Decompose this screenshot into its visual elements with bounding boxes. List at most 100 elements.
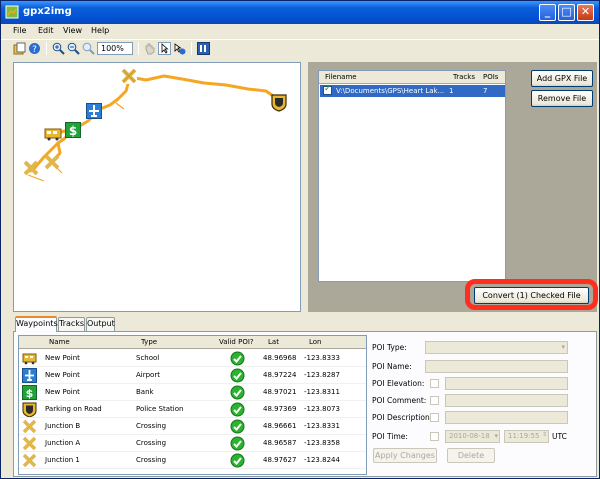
dollar-icon: $	[22, 385, 37, 400]
poi-elevation-label: POI Elevation:	[372, 379, 425, 388]
waypoint-name: New Point	[45, 371, 80, 379]
waypoint-name: New Point	[45, 388, 80, 396]
minimize-button[interactable]: _	[539, 4, 556, 21]
details-tabs: Name Type Valid POI? Lat Lon New Point Sc…	[13, 316, 599, 477]
maximize-button[interactable]: □	[558, 4, 575, 21]
poi-description-checkbox[interactable]	[430, 413, 439, 422]
poi-time-value: 11:19:55	[508, 432, 540, 440]
bus-marker-icon[interactable]	[44, 127, 62, 141]
waypoints-header: Name Type Valid POI? Lat Lon	[19, 336, 366, 349]
column-pois[interactable]: POIs	[483, 73, 498, 81]
poi-comment-checkbox[interactable]	[430, 396, 439, 405]
file-pois: 7	[483, 87, 488, 95]
zoom-reset-icon[interactable]	[82, 42, 95, 55]
remove-file-button[interactable]: Remove File	[531, 90, 593, 107]
waypoint-lat: 48.97224	[263, 371, 297, 379]
help-icon[interactable]: ?	[28, 42, 41, 55]
settings-icon[interactable]	[197, 42, 210, 55]
svg-text:$: $	[69, 124, 77, 138]
close-button[interactable]: ✕	[577, 4, 594, 21]
waypoint-lat: 48.97369	[263, 405, 297, 413]
poi-comment-field[interactable]	[445, 394, 568, 407]
poi-elevation-checkbox[interactable]	[430, 379, 439, 388]
poi-type-select[interactable]: ▾	[425, 341, 568, 354]
pointer-info-icon[interactable]	[173, 42, 186, 55]
toolbar: ? 100%	[1, 39, 599, 57]
menu-view[interactable]: View	[63, 26, 82, 35]
tab-output[interactable]: Output	[86, 317, 115, 331]
valid-check-icon	[230, 453, 245, 468]
airport-marker-icon[interactable]	[86, 103, 102, 119]
column-name[interactable]: Name	[49, 338, 70, 346]
poi-date-field[interactable]: 2010-08-18 ▾	[445, 430, 500, 443]
tab-waypoints[interactable]: Waypoints	[15, 316, 58, 332]
poi-description-field[interactable]	[445, 411, 568, 424]
waypoint-type: Bank	[136, 388, 154, 396]
poi-comment-label: POI Comment:	[372, 396, 427, 405]
column-lat[interactable]: Lat	[268, 338, 279, 346]
waypoint-row[interactable]: Junction A Crossing 48.96587 -123.8358	[19, 435, 366, 452]
waypoint-name: Parking on Road	[45, 405, 102, 413]
convert-highlight	[465, 279, 598, 310]
track-spur	[115, 102, 125, 110]
dollar-marker-icon[interactable]: $	[65, 122, 81, 138]
apply-changes-button[interactable]: Apply Changes	[373, 448, 437, 463]
waypoint-name: Junction A	[45, 439, 81, 447]
waypoint-row[interactable]: New Point Airport 48.97224 -123.8287	[19, 367, 366, 384]
tab-tracks[interactable]: Tracks	[58, 317, 85, 331]
column-type[interactable]: Type	[141, 338, 157, 346]
chevron-down-icon: ▾	[494, 432, 498, 440]
gpx-file-list[interactable]: Filename Tracks POIs V:\Documents\GPS\He…	[318, 70, 506, 282]
poi-name-label: POI Name:	[372, 362, 412, 371]
zoom-out-icon[interactable]	[67, 42, 80, 55]
waypoints-tab-panel: Name Type Valid POI? Lat Lon New Point Sc…	[13, 331, 597, 477]
waypoint-name: Junction 1	[45, 456, 80, 464]
waypoint-lon: -123.8073	[304, 405, 340, 413]
poi-time-field[interactable]: 11:19:55 ⇕	[504, 430, 549, 443]
zoom-level-field[interactable]: 100%	[97, 42, 133, 55]
waypoints-table[interactable]: Name Type Valid POI? Lat Lon New Point Sc…	[18, 335, 367, 475]
file-checkbox[interactable]	[323, 84, 332, 95]
valid-check-icon	[230, 436, 245, 451]
file-row[interactable]: V:\Documents\GPS\Heart Lak... 1 7	[320, 84, 505, 97]
police-badge-marker-icon[interactable]	[271, 94, 287, 112]
open-icon[interactable]	[13, 42, 26, 55]
waypoint-row[interactable]: Junction B Crossing 48.96661 -123.8331	[19, 418, 366, 435]
poi-elevation-field[interactable]	[445, 377, 568, 390]
waypoint-row[interactable]: $ New Point Bank 48.97021 -123.8311	[19, 384, 366, 401]
track-map[interactable]	[14, 63, 300, 311]
column-valid[interactable]: Valid POI?	[219, 338, 254, 346]
valid-check-icon	[230, 351, 245, 366]
waypoint-name: New Point	[45, 354, 80, 362]
poi-time-checkbox[interactable]	[430, 432, 439, 441]
menu-help[interactable]: Help	[91, 26, 109, 35]
select-arrow-icon[interactable]	[158, 42, 171, 55]
file-name: V:\Documents\GPS\Heart Lak...	[336, 87, 445, 95]
app-window: gpx2img _ □ ✕ File Edit View Help ? 100%…	[0, 0, 600, 479]
map-view[interactable]: $	[13, 62, 301, 312]
column-filename[interactable]: Filename	[325, 73, 357, 81]
waypoint-row[interactable]: New Point School 48.96968 -123.8333	[19, 350, 366, 367]
pan-hand-icon[interactable]	[143, 42, 156, 55]
waypoint-lon: -123.8244	[304, 456, 340, 464]
delete-button[interactable]: Delete	[447, 448, 495, 463]
utc-label: UTC	[552, 432, 567, 441]
crossing-marker-icon[interactable]	[23, 160, 39, 176]
toolbar-separator	[138, 42, 139, 55]
add-gpx-file-button[interactable]: Add GPX File	[531, 70, 593, 87]
menu-file[interactable]: File	[13, 26, 26, 35]
toolbar-separator	[46, 42, 47, 55]
crossing-marker-icon[interactable]	[44, 154, 60, 170]
poi-name-field[interactable]	[425, 360, 568, 373]
column-lon[interactable]: Lon	[309, 338, 322, 346]
column-tracks[interactable]: Tracks	[453, 73, 475, 81]
title-bar[interactable]: gpx2img _ □ ✕	[1, 1, 599, 24]
waypoint-row[interactable]: Junction 1 Crossing 48.97627 -123.8244	[19, 452, 366, 469]
crossing-icon	[22, 419, 37, 434]
zoom-in-icon[interactable]	[52, 42, 65, 55]
waypoint-lon: -123.8333	[304, 354, 340, 362]
menu-edit[interactable]: Edit	[38, 26, 54, 35]
crossing-marker-icon[interactable]	[121, 68, 137, 84]
waypoint-row[interactable]: Parking on Road Police Station 48.97369 -12…	[19, 401, 366, 418]
poi-date-value: 2010-08-18	[449, 432, 490, 440]
